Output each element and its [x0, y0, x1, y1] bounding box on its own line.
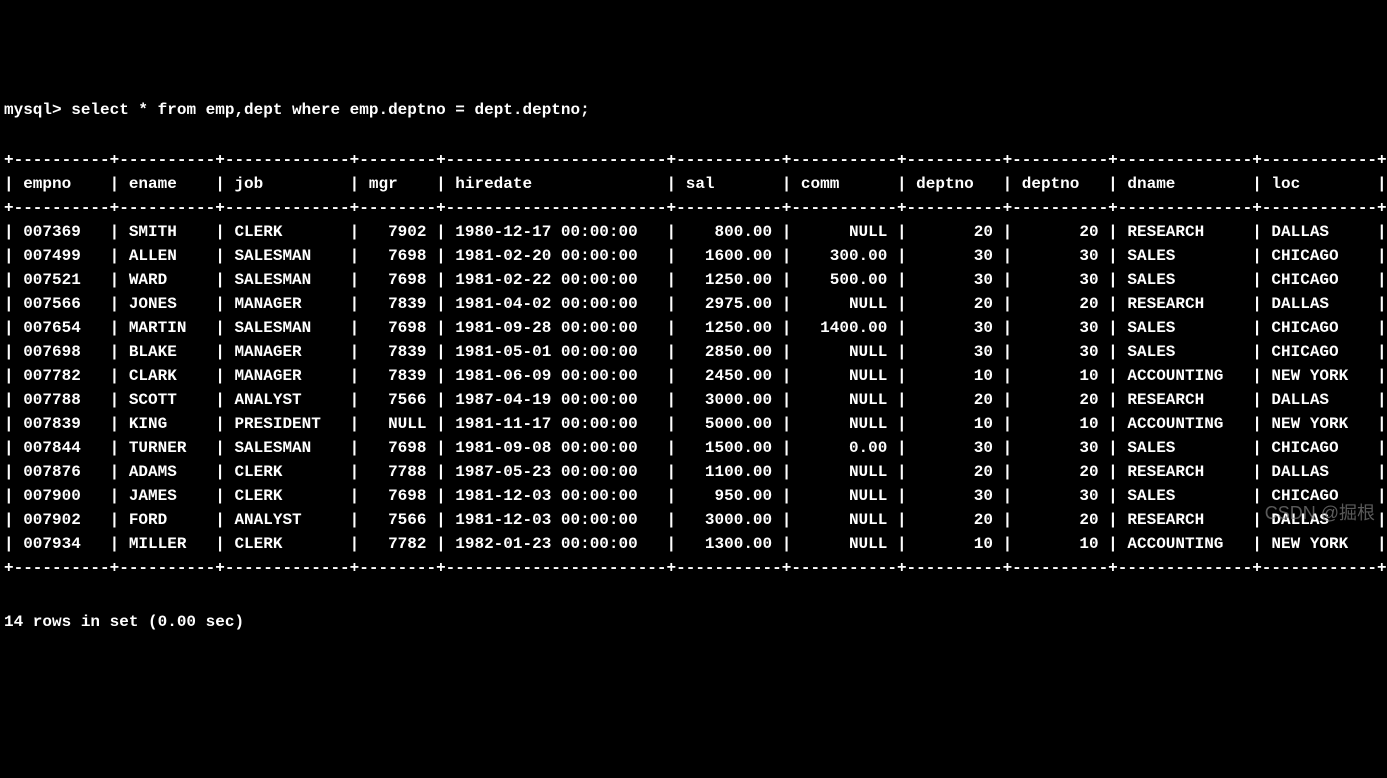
watermark: CSDN @掘根: [1265, 500, 1375, 527]
table-output: +----------+----------+-------------+---…: [4, 148, 1383, 580]
prompt-line[interactable]: mysql> select * from emp,dept where emp.…: [4, 98, 1383, 122]
prompt-prefix: mysql>: [4, 101, 71, 119]
sql-query: select * from emp,dept where emp.deptno …: [71, 101, 589, 119]
result-footer: 14 rows in set (0.00 sec): [4, 610, 1383, 634]
